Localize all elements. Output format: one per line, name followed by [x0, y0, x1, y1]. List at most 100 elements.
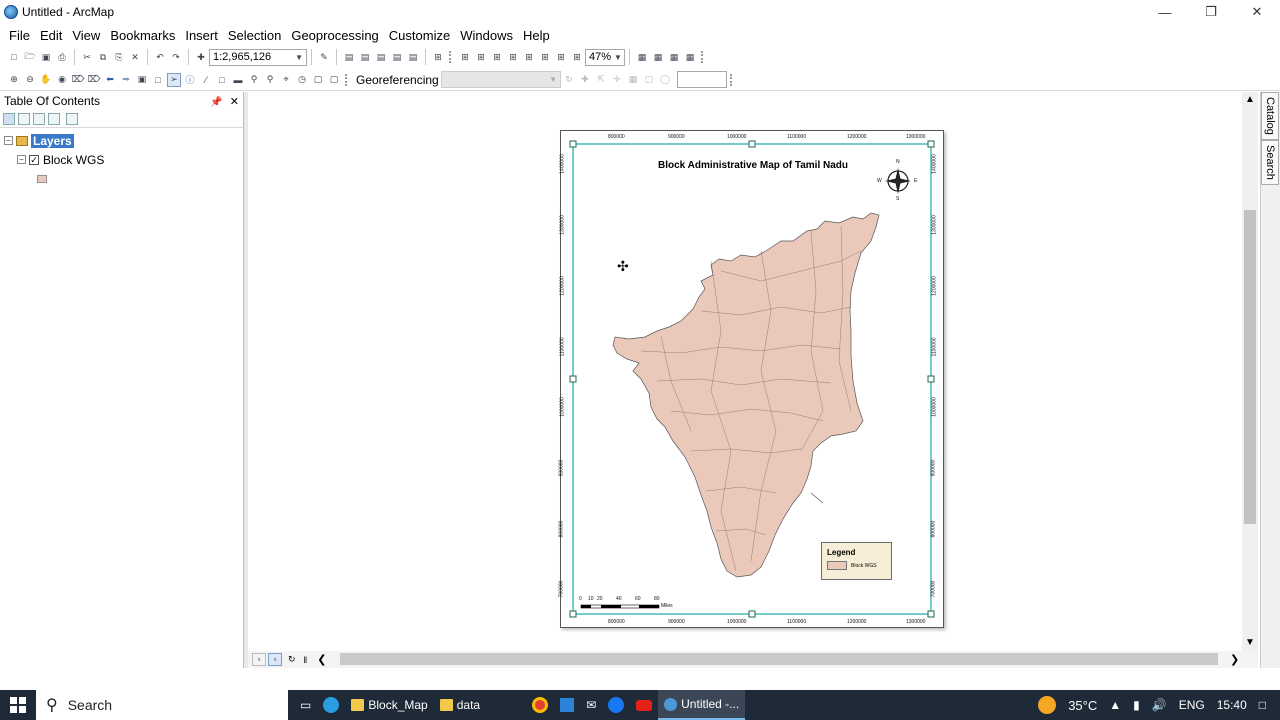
layout-tool-icon[interactable]: ▦ [635, 50, 649, 64]
print-icon[interactable]: ⎙ [55, 50, 69, 64]
add-control-points-icon[interactable]: ✛ [610, 73, 624, 87]
cut-icon[interactable]: ✂ [80, 50, 94, 64]
menu-selection[interactable]: Selection [223, 28, 286, 43]
taskbar-search-box[interactable]: ⚲ Search [36, 690, 288, 720]
layout-tool-icon[interactable]: ▦ [683, 50, 697, 64]
save-icon[interactable]: ▣ [39, 50, 53, 64]
pin-icon[interactable]: 📌 [210, 97, 222, 108]
pan-icon[interactable]: ✋ [39, 73, 53, 87]
viewer-icon[interactable]: ▢ [311, 73, 325, 87]
list-by-source-icon[interactable] [18, 112, 30, 125]
pause-drawing-icon[interactable]: ‖ [304, 655, 308, 665]
clear-selection-icon[interactable]: □ [151, 73, 165, 87]
layer-name[interactable]: Block WGS [43, 153, 104, 167]
catalog-window-icon[interactable]: ▤ [358, 50, 372, 64]
facebook-icon[interactable] [602, 690, 630, 720]
layer-row-block-wgs[interactable]: − ✓ Block WGS [4, 150, 243, 169]
paste-icon[interactable]: ⎘ [112, 50, 126, 64]
scroll-down-icon[interactable]: ▼ [1245, 637, 1255, 648]
swipe-icon[interactable]: ▢ [327, 73, 341, 87]
forward-icon[interactable]: ➡ [119, 73, 133, 87]
layout-tool-icon[interactable]: ▦ [667, 50, 681, 64]
menu-view[interactable]: View [67, 28, 105, 43]
time-slider-icon[interactable]: ◷ [295, 73, 309, 87]
go-to-xy-icon[interactable]: ⌖ [279, 73, 293, 87]
chrome-icon[interactable] [526, 690, 554, 720]
close-icon[interactable]: ✕ [230, 96, 239, 108]
vertical-scrollbar[interactable]: ▲ ▼ [1242, 92, 1258, 651]
zoom-whole-page-icon[interactable]: ⊞ [458, 50, 472, 64]
store-icon[interactable] [554, 690, 580, 720]
windows-start-button[interactable] [0, 690, 36, 720]
layer-symbol-swatch[interactable] [37, 174, 47, 183]
layer-visibility-checkbox[interactable]: ✓ [29, 154, 39, 165]
map-title[interactable]: Block Administrative Map of Tamil Nadu [561, 160, 945, 171]
view-link-table-icon[interactable]: ▦ [626, 73, 640, 87]
list-by-selection-icon[interactable] [48, 112, 60, 125]
menu-customize[interactable]: Customize [384, 28, 455, 43]
full-extent-icon[interactable]: ◉ [55, 73, 69, 87]
list-by-drawing-order-icon[interactable] [3, 112, 15, 125]
back-icon[interactable]: ⬅ [103, 73, 117, 87]
taskbar-app-data[interactable]: data [434, 690, 486, 720]
zoom-out-icon[interactable]: ⊖ [23, 73, 37, 87]
menu-file[interactable]: File [4, 28, 35, 43]
toc-window-icon[interactable]: ▤ [342, 50, 356, 64]
layout-tool-icon[interactable]: ▦ [651, 50, 665, 64]
focus-data-frame-icon[interactable]: ⊞ [554, 50, 568, 64]
new-document-icon[interactable]: □ [7, 50, 21, 64]
menu-windows[interactable]: Windows [455, 28, 518, 43]
open-folder-icon[interactable]: 🗁 [23, 50, 37, 64]
youtube-icon[interactable] [630, 690, 658, 720]
zoom-out-fixed-icon[interactable]: ⊞ [490, 50, 504, 64]
search-tab[interactable]: Search [1261, 139, 1279, 185]
model-builder-icon[interactable]: ⊞ [431, 50, 445, 64]
refresh-icon[interactable]: ↻ [288, 654, 296, 665]
change-layout-icon[interactable]: ⊞ [570, 50, 584, 64]
zoom-in-fixed-icon[interactable]: ⊞ [474, 50, 488, 64]
horizontal-scrollbar[interactable]: ▫ ▫ ↻ ‖ ❮ ❯ [248, 651, 1258, 668]
scale-tool-icon[interactable]: ⇱ [594, 73, 608, 87]
layers-label[interactable]: Layers [31, 133, 74, 148]
scale-dropdown[interactable]: 1:2,965,126 ▼ [209, 48, 307, 66]
edge-browser-icon[interactable] [317, 690, 345, 720]
layout-view-button[interactable]: ▫ [268, 653, 282, 666]
zoom-100-icon[interactable]: ⊞ [506, 50, 520, 64]
close-button[interactable]: ✕ [1234, 0, 1280, 24]
catalog-tab[interactable]: Catalog [1261, 92, 1279, 140]
minimize-button[interactable]: — [1142, 0, 1188, 24]
menu-bookmarks[interactable]: Bookmarks [105, 28, 180, 43]
delete-icon[interactable]: ✕ [128, 50, 142, 64]
go-back-extent-icon[interactable]: ⊞ [522, 50, 536, 64]
search-window-icon[interactable]: ▤ [374, 50, 388, 64]
fixed-zoom-out-icon[interactable]: ⌦ [87, 73, 101, 87]
find-route-icon[interactable]: ⚲ [263, 73, 277, 87]
scroll-left-icon[interactable]: ❮ [317, 653, 326, 666]
list-by-visibility-icon[interactable] [33, 112, 45, 125]
layout-page[interactable]: 800000 900000 1000000 1100000 1200000 13… [558, 130, 945, 628]
collapse-icon[interactable]: − [17, 155, 26, 164]
add-data-icon[interactable]: ✚ [194, 50, 208, 64]
clock-label[interactable]: 15:40 [1217, 698, 1247, 712]
arctoolbox-icon[interactable]: ▤ [390, 50, 404, 64]
network-icon[interactable]: ▲ [1109, 698, 1121, 712]
vertical-scroll-thumb[interactable] [1244, 210, 1256, 524]
battery-icon[interactable]: ▮ [1133, 698, 1140, 712]
data-view-button[interactable]: ▫ [252, 653, 266, 666]
copy-icon[interactable]: ⧉ [96, 50, 110, 64]
weather-icon[interactable] [1038, 696, 1057, 714]
menu-geoprocessing[interactable]: Geoprocessing [286, 28, 383, 43]
rotate-icon[interactable]: ↻ [562, 73, 576, 87]
redo-icon[interactable]: ↷ [169, 50, 183, 64]
scroll-up-icon[interactable]: ▲ [1245, 94, 1255, 105]
scroll-right-icon[interactable]: ❯ [1230, 653, 1239, 666]
temperature-label[interactable]: 35°C [1068, 698, 1097, 713]
identify-icon[interactable]: ⓘ [183, 73, 197, 87]
notifications-icon[interactable]: □ [1259, 698, 1266, 712]
taskbar-app-arcmap[interactable]: Untitled -... [658, 690, 746, 720]
python-window-icon[interactable]: ▤ [406, 50, 420, 64]
layout-zoom-dropdown[interactable]: 47% ▼ [585, 48, 625, 66]
viewer-icon[interactable]: ▢ [642, 73, 656, 87]
restore-button[interactable]: ❐ [1188, 0, 1234, 24]
menu-help[interactable]: Help [518, 28, 555, 43]
